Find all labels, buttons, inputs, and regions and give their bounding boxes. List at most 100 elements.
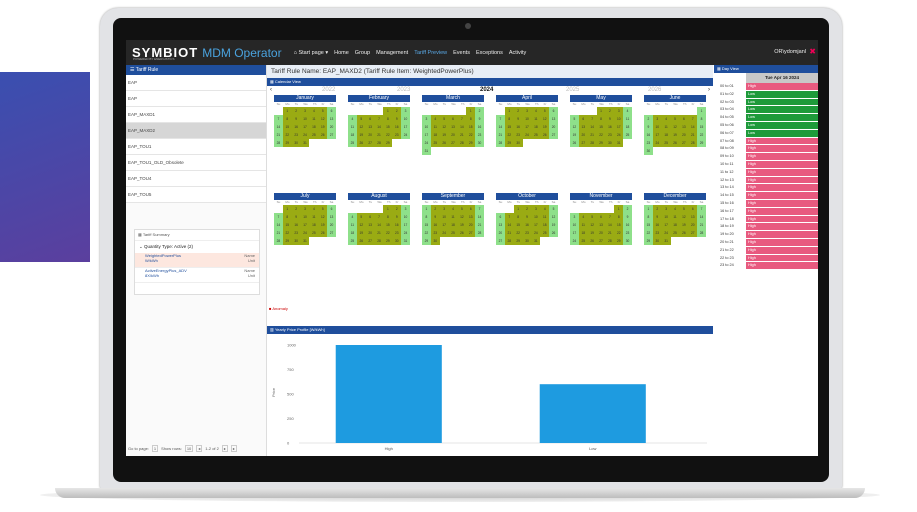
calendar-day[interactable]: 17 — [401, 123, 410, 131]
logout-icon[interactable]: ✖ — [809, 47, 816, 56]
calendar-day[interactable]: 21 — [587, 131, 597, 139]
calendar-day[interactable]: 29 — [383, 139, 393, 147]
calendar-day[interactable]: 3 — [570, 213, 579, 221]
day-view-row[interactable]: 21 to 22 High — [714, 246, 818, 255]
calendar-day[interactable]: 7 — [374, 213, 384, 221]
calendar-day[interactable]: 15 — [282, 123, 292, 131]
calendar-day[interactable]: 16 — [522, 221, 532, 229]
calendar-day[interactable]: 6 — [496, 213, 505, 221]
nav-item-management[interactable]: Management — [376, 50, 408, 56]
calendar-day[interactable]: 14 — [697, 213, 706, 221]
calendar-day[interactable]: 25 — [430, 139, 440, 147]
calendar-day[interactable]: 4 — [531, 107, 541, 115]
calendar-day[interactable]: 23 — [644, 139, 653, 147]
calendar-day[interactable]: 9 — [291, 115, 301, 123]
calendar-day[interactable]: 17 — [439, 221, 449, 229]
calendar-day[interactable]: 26 — [587, 237, 597, 245]
calendar-day[interactable]: 27 — [448, 139, 458, 147]
calendar-day[interactable]: 12 — [670, 123, 680, 131]
calendar-day[interactable]: 24 — [614, 131, 624, 139]
calendar-day[interactable]: 18 — [531, 123, 541, 131]
tariff-rule-item[interactable]: EAP_TOU1 — [126, 139, 266, 155]
calendar-day[interactable]: 22 — [644, 229, 653, 237]
calendar-day[interactable]: 28 — [374, 237, 384, 245]
calendar-day[interactable]: 11 — [531, 115, 541, 123]
calendar-day[interactable]: 12 — [570, 123, 579, 131]
calendar-day[interactable]: 16 — [623, 221, 632, 229]
nav-item-activity[interactable]: Activity — [509, 50, 526, 56]
calendar-day[interactable]: 12 — [587, 221, 597, 229]
calendar-day[interactable]: 22 — [596, 131, 606, 139]
calendar-day[interactable]: 20 — [365, 131, 375, 139]
calendar-day[interactable]: 3 — [614, 107, 624, 115]
calendar-day[interactable]: 1 — [504, 107, 514, 115]
calendar-day[interactable]: 12 — [356, 123, 366, 131]
calendar-day[interactable]: 30 — [291, 237, 301, 245]
day-view-row[interactable]: 04 to 05 Low — [714, 114, 818, 122]
calendar-day[interactable]: 29 — [466, 139, 476, 147]
calendar-day[interactable]: 10 — [401, 115, 410, 123]
calendar-day[interactable]: 1 — [282, 107, 292, 115]
year-2026[interactable]: 2026 — [648, 87, 661, 93]
calendar-day[interactable]: 25 — [309, 131, 319, 139]
calendar-day[interactable]: 25 — [531, 131, 541, 139]
calendar-day[interactable]: 8 — [282, 115, 292, 123]
day-view-row[interactable]: 22 to 23 High — [714, 254, 818, 263]
calendar-day[interactable]: 22 — [383, 229, 393, 237]
calendar-day[interactable]: 21 — [496, 131, 505, 139]
calendar-day[interactable]: 18 — [540, 221, 550, 229]
calendar-day[interactable]: 6 — [448, 115, 458, 123]
day-view-row[interactable]: 09 to 10 High — [714, 153, 818, 161]
calendar-day[interactable]: 1 — [466, 107, 476, 115]
day-view-row[interactable]: 05 to 06 Low — [714, 121, 818, 130]
calendar-day[interactable]: 13 — [549, 115, 558, 123]
calendar-day[interactable]: 24 — [300, 131, 310, 139]
calendar-day[interactable]: 4 — [540, 205, 550, 213]
calendar-day[interactable]: 10 — [614, 115, 624, 123]
calendar-day[interactable]: 9 — [522, 213, 532, 221]
calendar-day[interactable]: 31 — [422, 147, 431, 155]
calendar-day[interactable]: 13 — [688, 213, 698, 221]
calendar-day[interactable]: 15 — [644, 221, 653, 229]
calendar-day[interactable]: 15 — [513, 221, 523, 229]
calendar-day[interactable]: 5 — [318, 107, 328, 115]
calendar-day[interactable]: 9 — [430, 213, 440, 221]
calendar-day[interactable]: 11 — [309, 115, 319, 123]
calendar-day[interactable]: 17 — [652, 131, 662, 139]
calendar-day[interactable]: 13 — [466, 213, 476, 221]
calendar-day[interactable]: 27 — [578, 139, 588, 147]
calendar-day[interactable]: 2 — [522, 205, 532, 213]
calendar-day[interactable]: 19 — [587, 229, 597, 237]
calendar-day[interactable]: 23 — [291, 229, 301, 237]
calendar-day[interactable]: 20 — [448, 131, 458, 139]
calendar-day[interactable]: 7 — [504, 213, 514, 221]
calendar-day[interactable]: 3 — [401, 205, 410, 213]
calendar-day[interactable]: 7 — [457, 115, 467, 123]
day-view-row[interactable]: 06 to 07 Low — [714, 129, 818, 138]
calendar-day[interactable]: 16 — [430, 221, 440, 229]
year-2024[interactable]: 2024 — [480, 87, 493, 93]
calendar-day[interactable]: 6 — [596, 213, 606, 221]
calendar-day[interactable]: 14 — [457, 123, 467, 131]
calendar-day[interactable]: 12 — [318, 213, 328, 221]
calendar-day[interactable]: 29 — [596, 139, 606, 147]
calendar-day[interactable]: 18 — [309, 123, 319, 131]
calendar-day[interactable]: 10 — [661, 213, 671, 221]
calendar-day[interactable]: 22 — [282, 229, 292, 237]
calendar-day[interactable]: 8 — [504, 115, 514, 123]
calendar-day[interactable]: 13 — [578, 123, 588, 131]
calendar-day[interactable]: 4 — [348, 213, 357, 221]
rows-select[interactable]: 10 — [184, 445, 194, 452]
calendar-day[interactable]: 6 — [688, 205, 698, 213]
day-view-row[interactable]: 01 to 02 Low — [714, 90, 818, 99]
calendar-day[interactable]: 9 — [392, 213, 402, 221]
prev-year-icon[interactable]: ‹ — [270, 87, 272, 93]
calendar-day[interactable]: 2 — [392, 205, 402, 213]
calendar-day[interactable]: 6 — [365, 115, 375, 123]
calendar-day[interactable]: 4 — [430, 115, 440, 123]
calendar-day[interactable]: 28 — [496, 139, 505, 147]
tariff-rule-item[interactable]: EAP_TOU5 — [126, 187, 266, 203]
calendar-day[interactable]: 7 — [587, 115, 597, 123]
calendar-day[interactable]: 21 — [457, 131, 467, 139]
calendar-day[interactable]: 20 — [466, 221, 476, 229]
